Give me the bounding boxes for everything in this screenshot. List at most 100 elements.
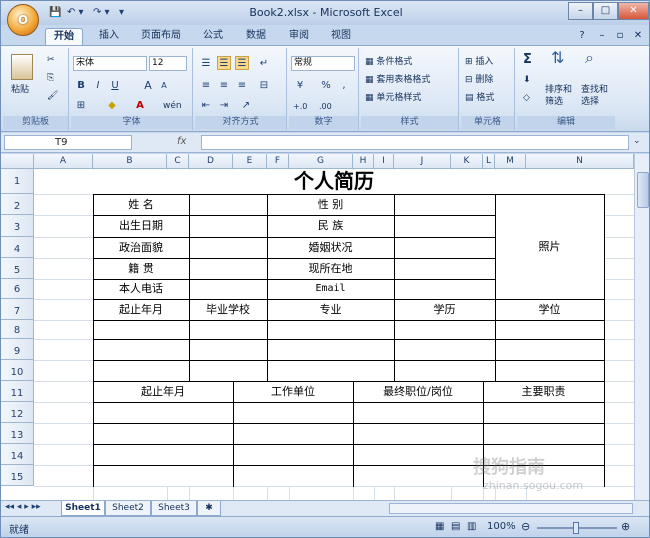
- column-header[interactable]: C: [167, 154, 189, 169]
- orientation-icon[interactable]: ↗: [239, 98, 253, 112]
- align-center-icon[interactable]: ≡: [217, 78, 231, 92]
- page-break-view-icon[interactable]: ▥: [467, 521, 476, 532]
- tab-review[interactable]: 审阅: [281, 28, 317, 45]
- italic-button[interactable]: I: [91, 78, 105, 92]
- fill-icon[interactable]: ⬇: [523, 74, 531, 86]
- zoom-in-icon[interactable]: ⊕: [621, 520, 630, 533]
- clear-icon[interactable]: ◇: [523, 92, 530, 104]
- column-header[interactable]: J: [394, 154, 451, 169]
- minimize-button[interactable]: –: [568, 2, 593, 20]
- row-header[interactable]: 11: [1, 381, 34, 402]
- border-icon[interactable]: ⊞: [74, 98, 88, 112]
- percent-button[interactable]: %: [319, 78, 333, 92]
- bold-button[interactable]: B: [74, 78, 88, 92]
- tab-view[interactable]: 视图: [323, 28, 359, 45]
- row-header[interactable]: 12: [1, 402, 34, 423]
- delete-cells-button[interactable]: ⊟ 删除: [465, 74, 493, 86]
- decrease-indent-icon[interactable]: ⇤: [199, 98, 213, 112]
- tab-home[interactable]: 开始: [45, 28, 83, 45]
- zoom-level[interactable]: 100%: [487, 521, 516, 532]
- vertical-scrollbar[interactable]: [634, 154, 649, 500]
- tab-page-layout[interactable]: 页面布局: [133, 28, 189, 45]
- font-color-icon[interactable]: A: [133, 98, 147, 112]
- insert-sheet-icon[interactable]: ✱: [197, 501, 221, 516]
- format-painter-icon[interactable]: 🖌: [47, 90, 58, 102]
- column-header[interactable]: K: [451, 154, 483, 169]
- office-button[interactable]: O: [7, 4, 39, 36]
- tab-data[interactable]: 数据: [238, 28, 274, 45]
- formula-input[interactable]: [201, 135, 629, 150]
- tab-insert[interactable]: 插入: [91, 28, 127, 45]
- increase-decimal-button[interactable]: +.0: [293, 101, 307, 113]
- row-header[interactable]: 1: [1, 169, 34, 194]
- row-header[interactable]: 4: [1, 237, 34, 258]
- expand-formula-icon[interactable]: ⌄: [633, 136, 641, 146]
- column-header[interactable]: F: [267, 154, 289, 169]
- row-header[interactable]: 13: [1, 423, 34, 444]
- cut-icon[interactable]: ✂: [47, 54, 55, 66]
- sheet-tab-2[interactable]: Sheet2: [105, 501, 151, 516]
- row-header[interactable]: 3: [1, 215, 34, 237]
- row-header[interactable]: 2: [1, 194, 34, 215]
- row-header[interactable]: 15: [1, 465, 34, 486]
- vertical-scroll-thumb[interactable]: [637, 172, 649, 208]
- sheet-nav-icon[interactable]: ◂◂ ◂ ▸ ▸▸: [5, 502, 41, 512]
- shrink-font-button[interactable]: A: [157, 78, 171, 92]
- column-header[interactable]: D: [189, 154, 233, 169]
- paste-button[interactable]: 粘贴: [11, 84, 29, 96]
- column-header[interactable]: L: [483, 154, 495, 169]
- currency-icon[interactable]: ¥: [293, 78, 307, 92]
- close-button[interactable]: ✕: [618, 2, 649, 20]
- row-header[interactable]: 8: [1, 320, 34, 339]
- font-size-select[interactable]: 12: [149, 56, 187, 71]
- align-middle-icon[interactable]: ☰: [217, 56, 231, 70]
- column-header[interactable]: B: [93, 154, 167, 169]
- phonetic-icon[interactable]: wén: [163, 100, 182, 112]
- zoom-out-icon[interactable]: ⊖: [521, 520, 530, 533]
- ribbon-restore-icon[interactable]: ▫: [613, 28, 627, 45]
- zoom-slider-thumb[interactable]: [573, 522, 579, 534]
- insert-cells-button[interactable]: ⊞ 插入: [465, 56, 493, 68]
- cell-styles-button[interactable]: ▦ 单元格样式: [365, 92, 421, 104]
- page-layout-view-icon[interactable]: ▤: [451, 521, 460, 532]
- format-cells-button[interactable]: ▤ 格式: [465, 92, 494, 104]
- number-format-select[interactable]: 常规: [291, 56, 355, 71]
- align-left-icon[interactable]: ≡: [199, 78, 213, 92]
- row-header[interactable]: 10: [1, 360, 34, 381]
- find-select-button[interactable]: 查找和 选择: [581, 84, 608, 108]
- column-header[interactable]: E: [233, 154, 267, 169]
- decrease-decimal-button[interactable]: .00: [319, 101, 332, 113]
- column-header[interactable]: A: [34, 154, 93, 169]
- comma-button[interactable]: ,: [337, 78, 351, 92]
- ribbon-close-icon[interactable]: ✕: [631, 28, 645, 45]
- sheet-tab-3[interactable]: Sheet3: [151, 501, 197, 516]
- column-header[interactable]: I: [374, 154, 394, 169]
- paste-icon[interactable]: [11, 54, 33, 80]
- merge-center-icon[interactable]: ⊟: [257, 78, 271, 92]
- column-header[interactable]: G: [289, 154, 353, 169]
- font-name-select[interactable]: 宋体: [73, 56, 147, 71]
- help-icon[interactable]: ?: [575, 28, 589, 45]
- column-header[interactable]: H: [353, 154, 374, 169]
- row-header[interactable]: 6: [1, 279, 34, 299]
- horizontal-scrollbar[interactable]: [389, 503, 633, 514]
- align-right-icon[interactable]: ≡: [235, 78, 249, 92]
- column-header[interactable]: M: [495, 154, 526, 169]
- conditional-format-button[interactable]: ▦ 条件格式: [365, 56, 412, 68]
- ribbon-minimize-icon[interactable]: –: [595, 28, 609, 45]
- normal-view-icon[interactable]: ▦: [435, 521, 444, 532]
- worksheet-grid[interactable]: A B C D E F G H I J K L M N 1 2 3 4 5 6 7 8 9 10 11 12 13 14 15 个人简历姓…: [1, 154, 634, 500]
- underline-button[interactable]: U: [108, 78, 122, 92]
- align-bottom-icon[interactable]: ☰: [235, 56, 249, 70]
- fx-icon[interactable]: fx: [177, 136, 186, 147]
- row-header[interactable]: 7: [1, 299, 34, 320]
- increase-indent-icon[interactable]: ⇥: [217, 98, 231, 112]
- select-all-corner[interactable]: [1, 154, 34, 169]
- column-header[interactable]: N: [526, 154, 634, 169]
- align-top-icon[interactable]: ☰: [199, 56, 213, 70]
- tab-formulas[interactable]: 公式: [195, 28, 231, 45]
- sort-filter-button[interactable]: 排序和 筛选: [545, 84, 572, 108]
- wrap-text-icon[interactable]: ↵: [257, 56, 271, 70]
- row-header[interactable]: 9: [1, 339, 34, 360]
- name-box[interactable]: T9: [4, 135, 132, 150]
